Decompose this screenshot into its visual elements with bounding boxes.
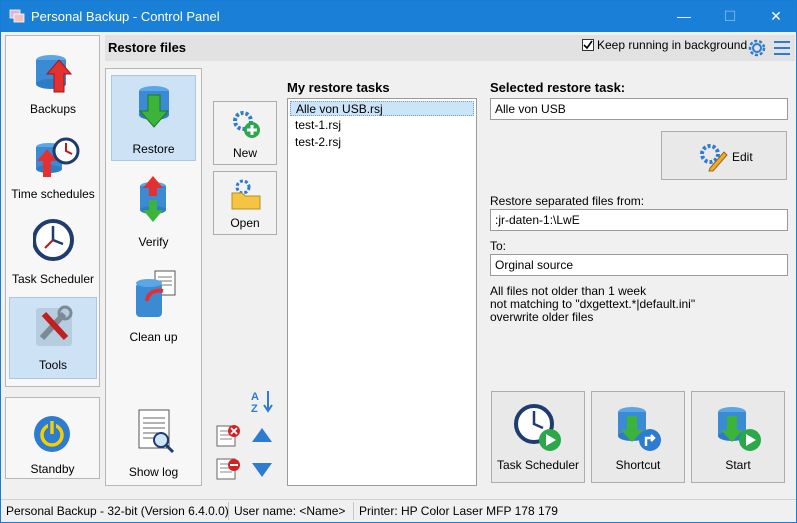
standby-label: Standby bbox=[30, 462, 75, 476]
subsidebar-item-verify[interactable]: Verify bbox=[111, 169, 196, 255]
gear-add-icon bbox=[233, 111, 260, 138]
menu-icon[interactable] bbox=[774, 39, 790, 57]
arrow-down-icon bbox=[252, 463, 272, 477]
svg-text:A: A bbox=[251, 391, 259, 403]
sidebar-item-tools[interactable]: Tools bbox=[9, 297, 97, 379]
subsidebar-item-label: Restore bbox=[132, 142, 175, 156]
status-printer: Printer: HP Color Laser MFP 178 179 bbox=[359, 504, 558, 518]
new-task-label: New bbox=[232, 146, 257, 160]
tools-icon bbox=[36, 305, 73, 346]
status-version: Personal Backup - 32-bit (Version 6.4.0.… bbox=[6, 504, 229, 518]
new-task-button[interactable]: New bbox=[213, 101, 277, 165]
start-button[interactable]: Start bbox=[691, 391, 785, 483]
status-user: User name: <Name> bbox=[234, 504, 346, 518]
keep-running-label: Keep running in background bbox=[597, 38, 748, 52]
sort-az-button[interactable]: A Z bbox=[248, 387, 276, 415]
folder-gear-icon bbox=[231, 179, 261, 210]
database-start-icon bbox=[718, 407, 761, 451]
tasks-heading: My restore tasks bbox=[287, 80, 390, 95]
window-title: Personal Backup - Control Panel bbox=[31, 9, 220, 24]
subsidebar-item-label: Verify bbox=[138, 235, 169, 249]
title-bar: Personal Backup - Control Panel — ☐ ✕ bbox=[1, 1, 796, 32]
document-delete-icon bbox=[216, 425, 240, 447]
sidebar-item-label: Backups bbox=[29, 102, 77, 116]
log-search-icon bbox=[138, 409, 175, 454]
page-header: Restore files Keep running in background bbox=[105, 35, 795, 61]
edit-button[interactable]: Edit bbox=[661, 131, 787, 180]
sidebar-item-task-scheduler[interactable]: Task Scheduler bbox=[9, 212, 97, 294]
standby-button[interactable]: Standby bbox=[5, 397, 100, 479]
sidebar-item-label: Tools bbox=[38, 358, 67, 372]
sidebar-item-time-schedules[interactable]: Time schedules bbox=[9, 127, 97, 209]
open-task-button[interactable]: Open bbox=[213, 171, 277, 235]
shortcut-button[interactable]: Shortcut bbox=[591, 391, 685, 483]
keep-running-checkbox[interactable] bbox=[582, 39, 594, 51]
subsidebar-item-restore[interactable]: Restore bbox=[111, 75, 196, 161]
subsidebar-item-label: Clean up bbox=[129, 330, 178, 344]
list-item[interactable]: test-1.rsj bbox=[290, 118, 474, 133]
database-verify-icon bbox=[140, 176, 166, 222]
sidebar-item-label: Task Scheduler bbox=[11, 272, 95, 286]
to-label: To: bbox=[490, 239, 507, 253]
open-task-label: Open bbox=[230, 216, 260, 230]
delete-task-button[interactable] bbox=[214, 422, 242, 450]
subsidebar-item-show-log[interactable]: Show log bbox=[111, 399, 196, 485]
info-line: overwrite older files bbox=[490, 310, 594, 324]
minimize-button[interactable]: — bbox=[661, 1, 707, 32]
status-separator bbox=[353, 502, 354, 520]
status-separator bbox=[228, 502, 229, 520]
main-sidebar: Backups Time schedules Task Scheduler To… bbox=[5, 35, 100, 387]
move-down-button[interactable] bbox=[248, 455, 276, 483]
power-icon bbox=[34, 416, 70, 452]
status-bar: Personal Backup - 32-bit (Version 6.4.0.… bbox=[1, 499, 796, 522]
close-button[interactable]: ✕ bbox=[753, 1, 797, 32]
database-clock-icon bbox=[36, 137, 80, 177]
tools-sidebar: Restore Verify Clean up Show log bbox=[105, 68, 202, 486]
sidebar-item-label: Time schedules bbox=[11, 187, 95, 201]
restore-from-label: Restore separated files from: bbox=[490, 194, 645, 208]
restore-from-field[interactable]: :jr-daten-1:\LwE bbox=[490, 209, 788, 231]
shortcut-label: Shortcut bbox=[615, 458, 661, 472]
subsidebar-item-clean-up[interactable]: Clean up bbox=[111, 264, 196, 350]
selected-task-heading: Selected restore task: bbox=[490, 80, 626, 95]
keep-running-toggle[interactable]: Keep running in background bbox=[582, 38, 747, 52]
list-item[interactable]: test-2.rsj bbox=[290, 135, 474, 150]
subsidebar-item-label: Show log bbox=[128, 465, 179, 479]
document-remove-icon bbox=[216, 458, 240, 480]
clock-icon bbox=[33, 219, 74, 261]
recycle-bin-icon bbox=[136, 270, 176, 317]
remove-task-button[interactable] bbox=[214, 455, 242, 483]
task-scheduler-label: Task Scheduler bbox=[496, 458, 580, 472]
maximize-button[interactable]: ☐ bbox=[707, 1, 753, 32]
edit-label: Edit bbox=[732, 150, 753, 164]
restore-to-field[interactable]: Orginal source bbox=[490, 254, 788, 276]
database-shortcut-icon bbox=[618, 407, 661, 451]
gear-edit-icon bbox=[700, 144, 728, 172]
restore-task-list[interactable]: Alle von USB.rsj test-1.rsj test-2.rsj bbox=[287, 98, 477, 486]
sort-az-icon: A Z bbox=[251, 391, 273, 415]
task-scheduler-button[interactable]: Task Scheduler bbox=[491, 391, 585, 483]
database-download-icon bbox=[138, 86, 170, 128]
sidebar-item-backups[interactable]: Backups bbox=[9, 42, 97, 124]
task-name-field[interactable]: Alle von USB bbox=[490, 98, 788, 120]
app-icon bbox=[9, 9, 25, 23]
svg-text:Z: Z bbox=[251, 403, 258, 415]
database-upload-icon bbox=[36, 55, 73, 93]
gear-icon[interactable] bbox=[745, 36, 769, 60]
task-info: All files not older than 1 week not matc… bbox=[490, 285, 695, 324]
clock-play-icon bbox=[514, 404, 561, 451]
main-window: Personal Backup - Control Panel — ☐ ✕ Ba… bbox=[0, 0, 797, 523]
move-up-button[interactable] bbox=[248, 422, 276, 450]
start-label: Start bbox=[725, 458, 751, 472]
page-title: Restore files bbox=[108, 40, 187, 55]
list-item[interactable]: Alle von USB.rsj bbox=[290, 101, 474, 116]
arrow-up-icon bbox=[252, 428, 272, 442]
